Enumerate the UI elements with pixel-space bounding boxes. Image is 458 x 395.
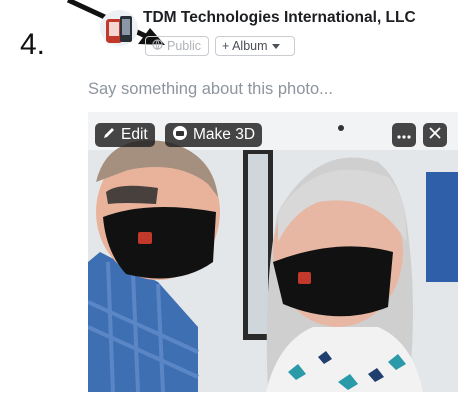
3d-icon	[172, 125, 188, 146]
pencil-icon	[102, 126, 116, 145]
edit-button[interactable]: Edit	[95, 123, 155, 147]
more-icon	[397, 126, 411, 144]
privacy-label: Public	[167, 39, 202, 53]
edit-label: Edit	[121, 126, 148, 143]
photo-preview[interactable]: Edit Make 3D	[88, 112, 458, 392]
make-3d-label: Make 3D	[193, 126, 256, 143]
selfie-photo	[88, 112, 458, 392]
page-avatar[interactable]	[100, 10, 138, 46]
chevron-down-icon	[271, 39, 280, 53]
step-number: 4.	[20, 28, 46, 61]
page-name[interactable]: TDM Technologies International, LLC	[143, 9, 416, 27]
album-label: + Album	[222, 39, 268, 53]
globe-icon	[152, 39, 163, 53]
privacy-button[interactable]: Public	[145, 36, 209, 56]
make-3d-button[interactable]: Make 3D	[165, 123, 263, 147]
close-button[interactable]	[423, 123, 447, 147]
more-button[interactable]	[392, 123, 416, 147]
close-icon	[429, 126, 441, 144]
caption-placeholder[interactable]: Say something about this photo...	[88, 80, 333, 99]
album-button[interactable]: + Album	[215, 36, 295, 56]
